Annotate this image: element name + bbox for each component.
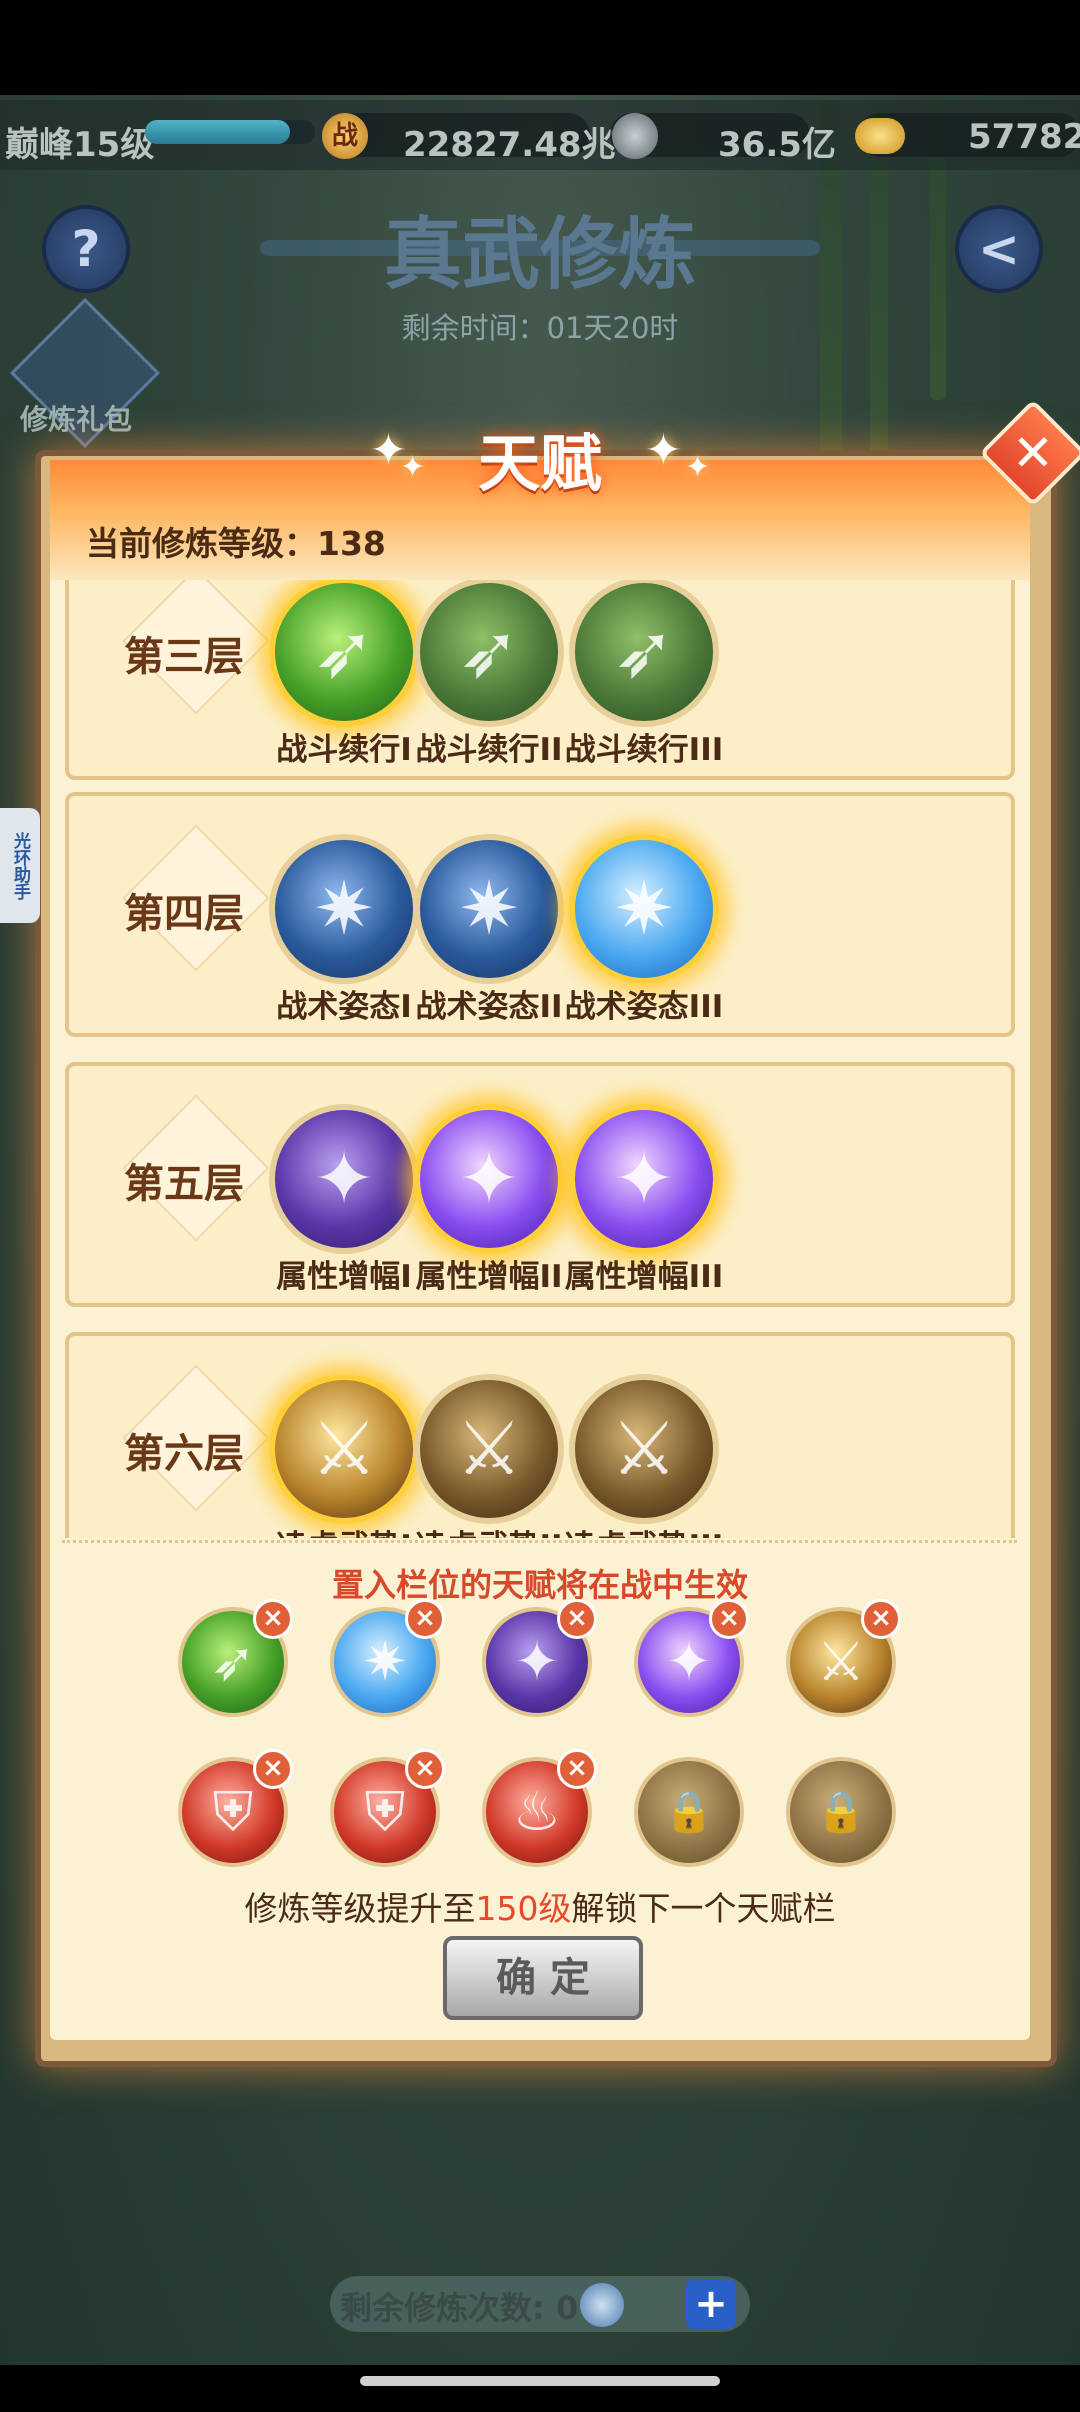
talent-node[interactable]: ⚔ <box>269 1374 419 1524</box>
talent-icon: ✦ <box>457 1136 520 1222</box>
remove-talent-button[interactable]: × <box>557 1599 597 1639</box>
level-progress-fill <box>145 120 290 144</box>
peak-level: 巅峰15级 <box>5 125 155 165</box>
talent-node[interactable]: ➶ <box>269 580 419 727</box>
home-indicator <box>360 2376 720 2386</box>
silver-value: 36.5亿 <box>718 125 836 165</box>
remove-talent-button[interactable]: × <box>861 1599 901 1639</box>
panel-title: 天赋 <box>477 427 602 500</box>
talent-icon: ⚔ <box>455 1406 523 1492</box>
remaining-label: 剩余修炼次数: <box>340 2289 545 2327</box>
talent-icon: ✦ <box>612 1136 675 1222</box>
talent-tier: 第五层 ✦ 属性增幅I ✦ 属性增幅II ✦ 属性增幅III <box>65 1062 1015 1307</box>
locked-talent-slot[interactable]: 🔒 <box>634 1757 744 1867</box>
talent-node[interactable]: ✷ <box>414 834 564 984</box>
lock-icon: 🔒 <box>816 1789 866 1835</box>
add-attempts-button[interactable]: + <box>686 2279 736 2329</box>
talent-icon: ✷ <box>457 866 520 952</box>
talent-icon: ⚔ <box>310 1406 378 1492</box>
divider <box>62 1540 1017 1543</box>
talent-icon: ✦ <box>312 1136 375 1222</box>
talent-label: 属性增幅III <box>564 1259 724 1295</box>
remove-talent-button[interactable]: × <box>709 1599 749 1639</box>
talent-tier: 第四层 ✷ 战术姿态I ✷ 战术姿态II ✷ 战术姿态III <box>65 792 1015 1037</box>
tier-name: 第四层 <box>124 891 244 937</box>
remaining-count: 剩余修炼次数: 0 <box>340 2283 578 2329</box>
talent-tier-list[interactable]: 第三层 ➶ 战斗续行I ➶ 战斗续行II ➶ 战斗续行III 第四层 ✷ 战术姿态I ✷ 战术姿态II… <box>60 580 1020 1538</box>
talent-icon: ⚔ <box>610 1406 678 1492</box>
cultivation-token-icon <box>580 2283 624 2327</box>
remove-talent-button[interactable]: × <box>253 1599 293 1639</box>
tier-name: 第三层 <box>124 634 244 680</box>
talent-node[interactable]: ⚔ <box>414 1374 564 1524</box>
current-level: 当前修炼等级：138 <box>86 524 386 563</box>
talent-node[interactable]: ✷ <box>269 834 419 984</box>
page-title: 真武修炼 <box>383 209 696 300</box>
tier-name: 第六层 <box>124 1431 244 1477</box>
gold-ingot-icon <box>855 118 905 154</box>
talent-icon: ➶ <box>312 609 375 695</box>
locked-talent-slot[interactable]: 🔒 <box>786 1757 896 1867</box>
power-value: 22827.48兆 <box>403 125 616 165</box>
remove-talent-button[interactable]: × <box>557 1749 597 1789</box>
talent-node[interactable]: ✦ <box>414 1104 564 1254</box>
remaining-time: 剩余时间：01天20时 <box>401 311 679 345</box>
talent-icon: ➶ <box>612 609 675 695</box>
talent-tier: 第六层⚔凌虚武势I⚔凌虚武势II⚔凌虚武势III <box>65 1332 1015 1538</box>
unlock-note-prefix: 修炼等级提升至 <box>244 1889 476 1928</box>
talent-node[interactable]: ✦ <box>569 1104 719 1254</box>
halo-assistant-tab[interactable]: 光环助手 <box>0 808 40 923</box>
remove-talent-button[interactable]: × <box>405 1749 445 1789</box>
talent-tier: 第三层 ➶ 战斗续行I ➶ 战斗续行II ➶ 战斗续行III <box>65 580 1015 780</box>
talent-node[interactable]: ➶ <box>414 580 564 727</box>
talent-label: 战斗续行III <box>564 732 724 768</box>
remove-talent-button[interactable]: × <box>253 1749 293 1789</box>
talent-label: 战术姿态III <box>564 989 724 1025</box>
unlock-note-suffix: 解锁下一个天赋栏 <box>571 1889 836 1928</box>
lock-icon: 🔒 <box>664 1789 714 1835</box>
close-icon[interactable]: ✕ <box>995 415 1071 491</box>
unlock-note: 修炼等级提升至150级解锁下一个天赋栏 <box>0 1882 1080 1930</box>
talent-icon: ➶ <box>457 609 520 695</box>
gold-value: 57782 <box>968 117 1080 157</box>
silver-coin-icon <box>612 113 658 159</box>
talent-node[interactable]: ✦ <box>269 1104 419 1254</box>
confirm-button[interactable]: 确 定 <box>443 1936 643 2020</box>
effect-note: 置入栏位的天赋将在战中生效 <box>331 1566 748 1604</box>
talent-icon: ✷ <box>312 866 375 952</box>
talent-label: 凌虚武势III <box>534 1521 754 1538</box>
talent-node[interactable]: ⚔ <box>569 1374 719 1524</box>
power-icon: 战 <box>322 113 368 159</box>
tier-name: 第五层 <box>124 1161 244 1207</box>
talent-icon: ✷ <box>612 866 675 952</box>
remove-talent-button[interactable]: × <box>405 1599 445 1639</box>
remaining-value: 0 <box>555 2289 579 2327</box>
unlock-note-level: 150级 <box>475 1889 572 1928</box>
level-progress-track <box>145 120 315 144</box>
talent-node[interactable]: ✷ <box>569 834 719 984</box>
talent-node[interactable]: ➶ <box>569 580 719 727</box>
